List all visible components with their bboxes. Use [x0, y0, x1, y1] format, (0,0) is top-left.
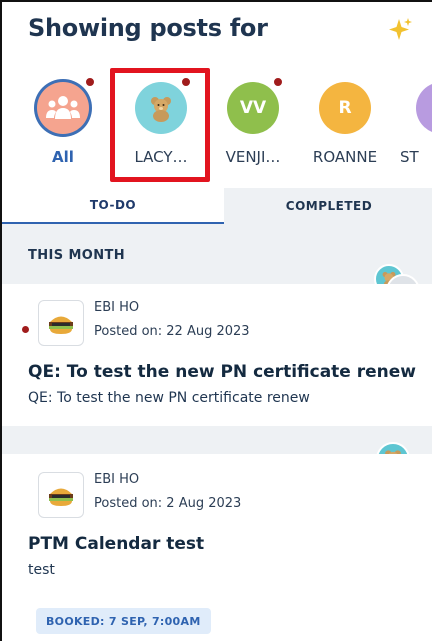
post-title: QE: To test the new PN certificate renew — [28, 362, 416, 382]
app-screen: Showing posts for All LACY… VV VENJI… R … — [0, 0, 432, 641]
filter-all[interactable]: All — [18, 72, 108, 182]
filter-label-roanne: ROANNE — [312, 148, 378, 166]
post-subtitle: QE: To test the new PN certificate renew — [28, 390, 310, 406]
tab-todo[interactable]: TO-DO — [2, 188, 224, 224]
post-date: Posted on: 22 Aug 2023 — [94, 324, 250, 339]
filter-label-venji: VENJI… — [225, 148, 281, 166]
unread-dot — [84, 76, 96, 88]
unread-dot — [22, 326, 29, 333]
selection-highlight — [110, 68, 210, 182]
post-author: EBI HO — [94, 472, 140, 487]
page-title: Showing posts for — [28, 14, 268, 42]
unread-dot — [272, 76, 284, 88]
avatar-venji: VV — [227, 82, 279, 134]
booked-badge: BOOKED: 7 SEP, 7:00AM — [36, 608, 211, 634]
filter-label-all: All — [52, 148, 74, 166]
post-subtitle: test — [28, 562, 55, 578]
filter-venji[interactable]: VV VENJI… — [208, 72, 298, 182]
tab-completed[interactable]: COMPLETED — [224, 188, 432, 224]
student-filter-row: All LACY… VV VENJI… R ROANNE ST — [2, 72, 432, 182]
post-list: THIS MONTH +3 EBI HO Posted on: 22 A — [2, 224, 432, 641]
filter-roanne[interactable]: R ROANNE — [300, 72, 390, 182]
post-card[interactable]: EBI HO Posted on: 2 Aug 2023 PTM Calenda… — [2, 454, 432, 641]
post-date: Posted on: 2 Aug 2023 — [94, 496, 242, 511]
avatar-st — [416, 82, 432, 134]
post-author: EBI HO — [94, 300, 140, 315]
post-title: PTM Calendar test — [28, 534, 205, 554]
filter-label-st: ST — [400, 148, 419, 166]
section-title: THIS MONTH — [28, 248, 126, 263]
post-card[interactable]: EBI HO Posted on: 22 Aug 2023 QE: To tes… — [2, 284, 432, 426]
sparkle-icon[interactable] — [386, 16, 414, 44]
sandwich-logo-icon — [38, 300, 84, 346]
avatar-roanne: R — [319, 82, 371, 134]
filter-st[interactable]: ST — [390, 72, 432, 182]
group-icon — [37, 82, 89, 134]
sandwich-logo-icon — [38, 472, 84, 518]
tab-bar: TO-DO COMPLETED — [2, 188, 432, 224]
